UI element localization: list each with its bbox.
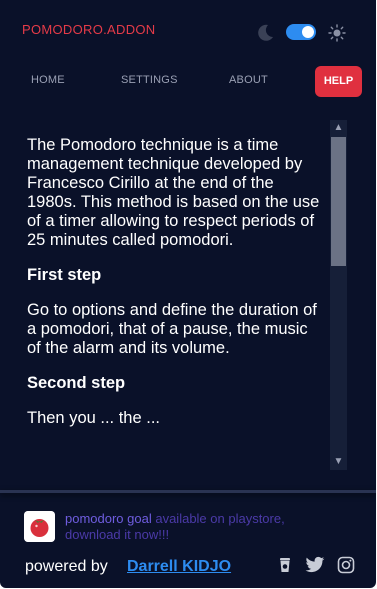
- chevron-down-icon[interactable]: ▼: [330, 454, 347, 470]
- chevron-up-icon[interactable]: ▲: [330, 120, 347, 136]
- nav-settings[interactable]: SETTINGS: [121, 74, 178, 86]
- moon-icon[interactable]: [255, 23, 275, 43]
- divider: [0, 490, 376, 493]
- nav-about[interactable]: ABOUT: [229, 74, 268, 86]
- powered-by-label: powered by: [25, 558, 108, 575]
- author-link[interactable]: Darrell KIDJO: [127, 558, 231, 576]
- first-step-paragraph: Go to options and define the duration of…: [27, 301, 317, 357]
- scrollbar[interactable]: ▲ ▼: [330, 120, 347, 470]
- help-content: The Pomodoro technique is a time managem…: [0, 120, 376, 470]
- scrollbar-thumb[interactable]: [331, 137, 346, 266]
- brand-title: POMODORO.ADDON: [22, 22, 156, 37]
- popup-window: POMODORO.ADDON HOME SETTINGS ABOUT HELP …: [0, 0, 376, 588]
- coffee-icon[interactable]: [276, 556, 294, 574]
- second-step-heading: Second step: [27, 374, 126, 392]
- nav-help-button[interactable]: HELP: [315, 66, 362, 97]
- second-step-paragraph: Then you ... the ...: [27, 409, 160, 427]
- sun-icon[interactable]: [328, 24, 346, 42]
- first-step-heading: First step: [27, 266, 102, 284]
- theme-toggle[interactable]: [286, 24, 316, 40]
- header: POMODORO.ADDON: [0, 0, 376, 62]
- nav-bar: HOME SETTINGS ABOUT HELP: [0, 62, 376, 102]
- promo-text: pomodoro goal available on playstore, do…: [65, 511, 325, 543]
- intro-paragraph: The Pomodoro technique is a time managem…: [27, 136, 320, 249]
- nav-home[interactable]: HOME: [31, 74, 65, 86]
- twitter-icon[interactable]: [305, 556, 325, 574]
- promo-link[interactable]: pomodoro goal: [65, 511, 152, 526]
- help-text: The Pomodoro technique is a time managem…: [27, 136, 323, 444]
- instagram-icon[interactable]: [337, 556, 355, 574]
- tomato-icon[interactable]: [24, 511, 55, 542]
- toggle-knob: [302, 26, 314, 38]
